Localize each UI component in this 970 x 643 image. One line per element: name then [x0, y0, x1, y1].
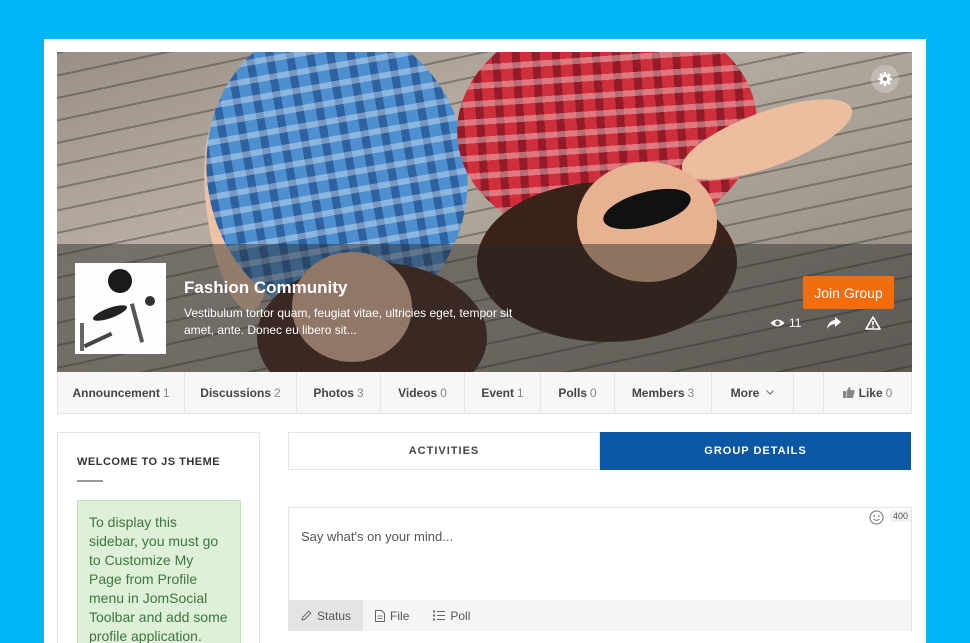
nav-item-count: 2 — [274, 385, 281, 400]
composer-type-tabs: Status File Poll — [289, 600, 911, 631]
composer-tab-file[interactable]: File — [363, 600, 421, 631]
group-avatar[interactable] — [75, 263, 166, 354]
pencil-icon — [301, 610, 312, 621]
nav-item-event[interactable]: Event 1 — [465, 372, 541, 413]
like-button[interactable]: Like 0 — [823, 372, 911, 413]
composer-tab-label: Status — [317, 608, 352, 623]
composer-tab-status[interactable]: Status — [289, 600, 364, 631]
view-count-value: 11 — [789, 316, 802, 330]
nav-item-label: Videos — [398, 385, 438, 400]
nav-item-polls[interactable]: Polls 0 — [541, 372, 615, 413]
report-button[interactable] — [865, 316, 881, 335]
nav-item-count: 0 — [440, 385, 447, 400]
character-counter: 400 — [890, 510, 912, 522]
sidebar-title: WELCOME TO JS THEME — [77, 456, 221, 468]
nav-item-label: More — [730, 385, 760, 400]
sidebar-module: WELCOME TO JS THEME To display this side… — [57, 432, 260, 643]
tab-group-details[interactable]: GROUP DETAILS — [600, 432, 911, 470]
warning-icon — [865, 316, 881, 330]
eye-icon — [770, 319, 785, 327]
share-button[interactable] — [827, 316, 841, 334]
nav-item-label: Photos — [313, 385, 354, 400]
nav-item-count: 1 — [517, 385, 524, 400]
nav-item-discussions[interactable]: Discussions 2 — [185, 372, 297, 413]
smiley-icon[interactable] — [869, 510, 884, 525]
chevron-down-icon — [766, 390, 775, 395]
nav-item-photos[interactable]: Photos 3 — [297, 372, 381, 413]
gear-icon — [878, 72, 892, 86]
nav-item-label: Polls — [558, 385, 587, 400]
file-icon — [375, 609, 386, 622]
nav-item-videos[interactable]: Videos 0 — [381, 372, 465, 413]
nav-item-count: 3 — [356, 385, 364, 400]
nav-item-count: 0 — [590, 385, 597, 400]
like-label: Like — [858, 385, 883, 400]
like-count: 0 — [885, 385, 893, 400]
nav-item-members[interactable]: Members 3 — [615, 372, 712, 413]
nav-item-label: Members — [631, 385, 685, 400]
composer-tab-label: Poll — [450, 608, 471, 623]
nav-item-more[interactable]: More — [712, 372, 794, 413]
list-icon — [433, 610, 446, 621]
cover-settings-button[interactable] — [871, 65, 899, 93]
nav-item-label: Event — [481, 385, 514, 400]
composer-tab-label: File — [390, 608, 410, 623]
sidebar-title-underline — [77, 480, 103, 482]
nav-item-announcement[interactable]: Announcement 1 — [58, 372, 185, 413]
share-icon — [827, 317, 841, 329]
nav-item-label: Announcement — [72, 385, 160, 400]
view-count: 11 — [770, 316, 801, 330]
status-input[interactable]: Say what's on your mind... — [301, 529, 453, 544]
thumbs-up-icon — [842, 387, 855, 398]
nav-item-count: 3 — [687, 385, 695, 400]
status-composer: Say what's on your mind... 400 Status Fi… — [288, 507, 912, 631]
nav-item-count: 1 — [162, 385, 170, 400]
page-container: Fashion Community Vestibulum tortor quam… — [44, 39, 926, 643]
sidebar-notice: To display this sidebar, you must go to … — [77, 500, 241, 643]
tab-activities[interactable]: ACTIVITIES — [288, 432, 600, 470]
composer-tab-poll[interactable]: Poll — [421, 600, 482, 631]
group-nav-bar: Announcement 1 Discussions 2 Photos 3 Video… — [57, 372, 912, 414]
group-description: Vestibulum tortor quam, feugiat vitae, u… — [184, 306, 513, 337]
group-title[interactable]: Fashion Community — [184, 278, 347, 298]
join-group-button[interactable]: Join Group — [803, 276, 894, 309]
group-cover-photo: Fashion Community Vestibulum tortor quam… — [57, 52, 912, 372]
nav-item-label: Discussions — [200, 385, 271, 400]
